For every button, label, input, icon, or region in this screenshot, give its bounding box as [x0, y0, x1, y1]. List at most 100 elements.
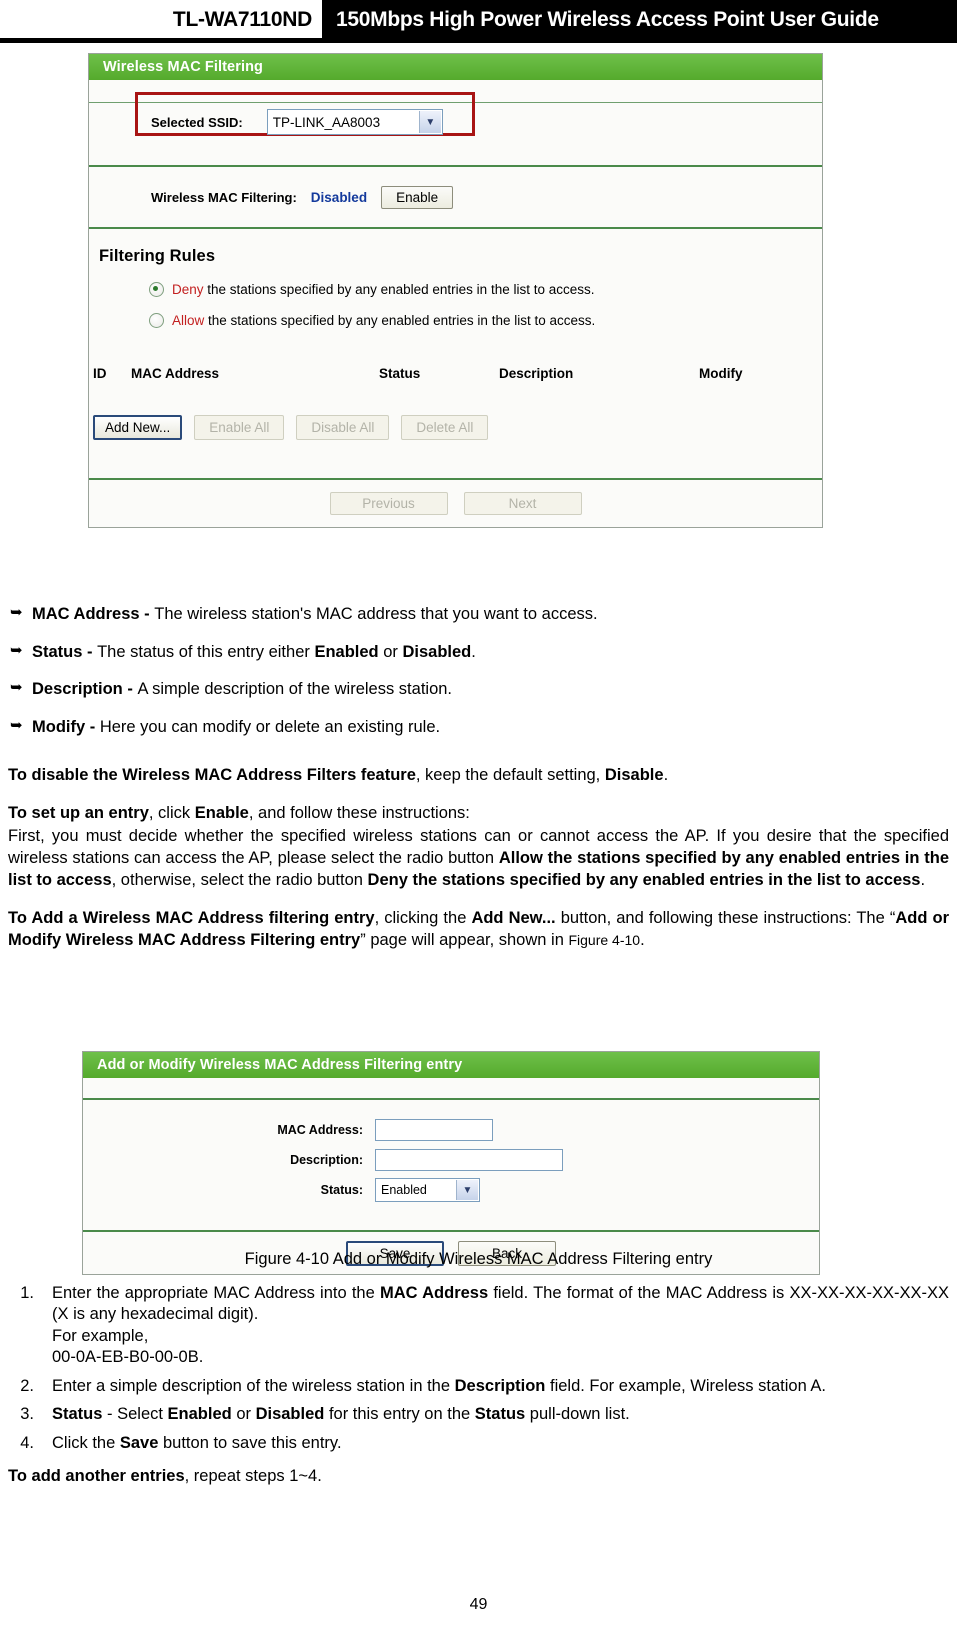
para1-mid: , keep the default setting, — [415, 766, 605, 784]
step-3-text: Status - Select Enabled or Disabled for … — [52, 1404, 957, 1425]
step-3: 3. Status - Select Enabled or Disabled f… — [0, 1404, 957, 1425]
page-number: 49 — [469, 1596, 488, 1613]
bullet-term-mac-address: MAC Address - — [32, 605, 155, 623]
rule-option-allow[interactable]: Allow the stations specified by any enab… — [149, 313, 822, 328]
mac-filter-action-buttons: Add New... Enable All Disable All Delete… — [89, 381, 822, 460]
bullet-mac-address: ➥ MAC Address - The wireless station's M… — [0, 604, 957, 625]
figure-4-10-caption: Figure 4-10 Add or Modify Wireless MAC A… — [244, 1250, 713, 1268]
bullet-modify: ➥ Modify - Here you can modify or delete… — [0, 717, 957, 738]
bullet-term-modify: Modify - — [32, 717, 100, 736]
description-input[interactable] — [375, 1149, 563, 1171]
enable-button[interactable]: Enable — [381, 185, 454, 209]
step-4-text: Click the Save button to save this entry… — [52, 1433, 957, 1454]
step-4-number: 4. — [20, 1433, 34, 1452]
panel-title-wireless-mac-filtering: Wireless MAC Filtering — [89, 54, 822, 80]
disable-all-button[interactable]: Disable All — [296, 415, 390, 440]
para4-b: , clicking the — [374, 908, 472, 927]
selected-ssid-dropdown[interactable]: TP-LINK_AA8003 ▼ — [266, 109, 443, 135]
header-divider-rule — [0, 38, 957, 43]
header-left-block: TL-WA7110ND — [0, 0, 322, 38]
step-1-main: Enter the appropriate MAC Address into t… — [52, 1283, 949, 1326]
bullet-desc-modify: Here you can modify or delete an existin… — [99, 717, 441, 736]
bullet-arrow-icon: ➥ — [10, 604, 23, 621]
mac-address-input[interactable] — [375, 1119, 493, 1141]
radio-allow-icon[interactable] — [149, 313, 164, 328]
filtering-rules-section: Filtering Rules Deny the stations specif… — [89, 229, 822, 478]
bullet-description: ➥ Description - A simple description of … — [0, 679, 957, 700]
wireless-mac-filtering-panel: Wireless MAC Filtering Selected SSID: TP… — [88, 53, 823, 528]
para4-g: will appear, shown in — [407, 930, 569, 949]
step-2-number: 2. — [20, 1376, 34, 1395]
selected-ssid-section: Selected SSID: TP-LINK_AA8003 ▼ — [89, 80, 822, 165]
rule-allow-text: Allow the stations specified by any enab… — [172, 313, 595, 328]
selected-ssid-value: TP-LINK_AA8003 — [272, 114, 381, 130]
step-4: 4. Click the Save button to save this en… — [0, 1433, 957, 1454]
bullet-term-description: Description - — [32, 680, 138, 699]
para4-h: . — [640, 930, 645, 949]
form-row-mac-address: MAC Address: — [83, 1118, 819, 1142]
guide-title: 150Mbps High Power Wireless Access Point… — [336, 8, 879, 31]
form-row-status: Status: Enabled ▼ — [83, 1178, 819, 1202]
para4-add-new: Add New... — [471, 908, 556, 927]
radio-deny-icon[interactable] — [149, 282, 164, 297]
enable-all-button[interactable]: Enable All — [194, 415, 285, 440]
device-model: TL-WA7110ND — [172, 8, 312, 31]
bullet-status-text: Status - The status of this entry either… — [32, 642, 957, 663]
para2-bold2: Enable — [194, 803, 249, 822]
next-button[interactable]: Next — [463, 492, 582, 515]
figure-reference-link: Figure 4-10 — [568, 931, 641, 948]
page-header: TL-WA7110ND 150Mbps High Power Wireless … — [0, 0, 957, 44]
bullet-mac-address-text: MAC Address - The wireless station's MAC… — [32, 604, 957, 625]
paragraph-add-entry: To Add a Wireless MAC Address filtering … — [0, 908, 957, 952]
para3-deny-rule: Deny the stations specified by any enabl… — [367, 870, 921, 889]
column-header-modify: Modify — [699, 366, 743, 381]
closing-bold: To add another entries — [8, 1467, 185, 1486]
add-entry-form: MAC Address: Description: Status: Enable… — [83, 1100, 819, 1216]
header-right-block: 150Mbps High Power Wireless Access Point… — [322, 0, 957, 38]
para1-bold: To disable the Wireless MAC Address Filt… — [8, 766, 416, 784]
numbered-steps-list: 1. Enter the appropriate MAC Address int… — [0, 1283, 957, 1454]
instruction-paragraphs: To disable the Wireless MAC Address Filt… — [0, 765, 957, 968]
column-header-description: Description — [499, 366, 574, 381]
bullet-arrow-icon: ➥ — [10, 641, 23, 659]
step-1-text: Enter the appropriate MAC Address into t… — [52, 1283, 957, 1369]
step-1-e: 00-0A-EB-B0-00-0B. — [52, 1348, 204, 1367]
step-3-d: pull-down list. — [525, 1405, 630, 1424]
previous-button[interactable]: Previous — [329, 492, 448, 515]
bullet-status-post: . — [471, 642, 476, 661]
step-2-c: field. For example, Wireless station A. — [545, 1376, 827, 1395]
step-2-b: Description — [454, 1376, 546, 1395]
para3-e: . — [920, 870, 926, 889]
mac-filter-table-header: ID MAC Address Status Description Modify — [89, 344, 822, 381]
para1-bold2: Disable — [604, 766, 664, 784]
step-3-mid: or — [231, 1405, 256, 1424]
rule-deny-text: Deny the stations specified by any enabl… — [172, 282, 595, 297]
mac-address-field-label: MAC Address: — [277, 1123, 363, 1137]
status-dropdown[interactable]: Enabled ▼ — [375, 1178, 480, 1202]
add-new-button[interactable]: Add New... — [93, 415, 183, 440]
rule-option-deny[interactable]: Deny the stations specified by any enabl… — [149, 282, 822, 297]
chevron-down-icon: ▼ — [456, 1180, 478, 1200]
para4-d: button, and following these instructions… — [555, 908, 896, 927]
delete-all-button[interactable]: Delete All — [401, 415, 489, 440]
chevron-down-icon: ▼ — [418, 111, 441, 133]
rule-allow-keyword: Allow — [172, 313, 205, 328]
para1-end: . — [663, 766, 669, 784]
step-2-text: Enter a simple description of the wirele… — [52, 1376, 957, 1397]
description-field-label: Description: — [290, 1153, 363, 1167]
column-header-status: Status — [379, 366, 421, 381]
step-3-c: for this entry on the — [324, 1405, 475, 1424]
column-header-id: ID — [93, 366, 107, 381]
step-1-a: Enter the appropriate MAC Address into t… — [52, 1284, 380, 1302]
status-selected-value: Enabled — [381, 1183, 427, 1197]
step-3-a: - Select — [102, 1405, 168, 1424]
mac-filtering-label: Wireless MAC Filtering: — [151, 189, 297, 205]
selected-ssid-label: Selected SSID: — [151, 114, 243, 130]
bullet-status-disabled: Disabled — [402, 642, 472, 661]
para2-bold: To set up an entry — [8, 803, 149, 822]
step-3-b3: Status — [474, 1405, 526, 1424]
paragraph-add-another-entries: To add another entries, repeat steps 1~4… — [0, 1466, 957, 1488]
closing-rest: , repeat steps 1~4. — [184, 1467, 322, 1486]
step-1-number: 1. — [20, 1284, 34, 1302]
pagination-controls: Previous Next — [89, 480, 822, 527]
